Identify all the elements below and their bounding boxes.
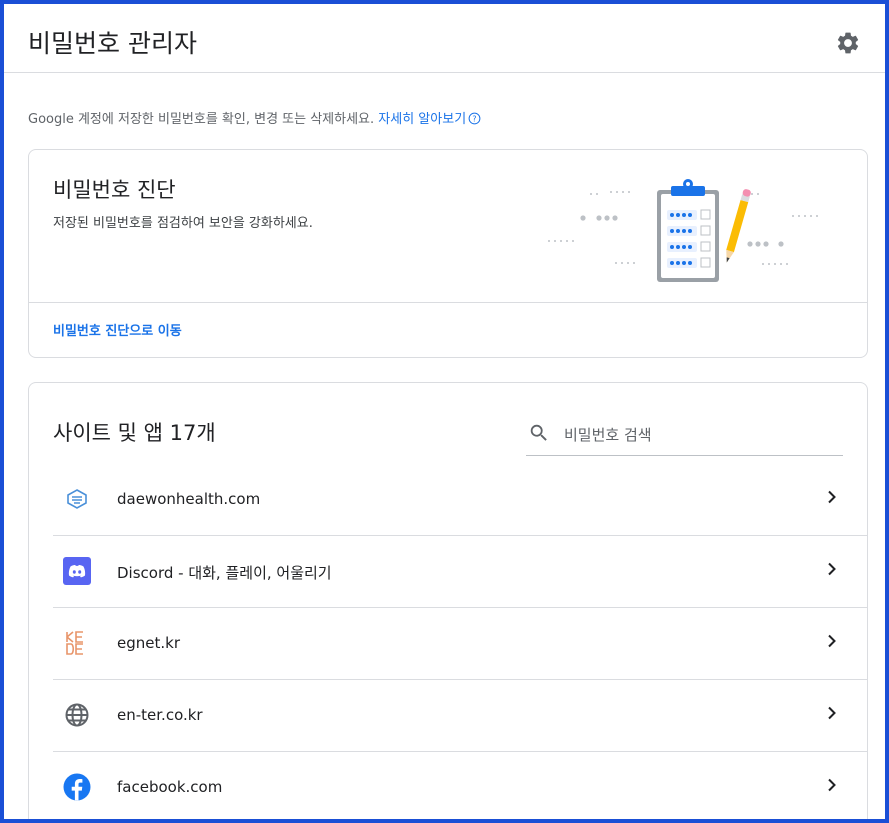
intro-text: Google 계정에 저장한 비밀번호를 확인, 변경 또는 삭제하세요. 자세… (28, 108, 481, 127)
learn-more-link[interactable]: 자세히 알아보기? (378, 112, 481, 127)
site-name: en-ter.co.kr (117, 706, 203, 724)
daewonhealth-favicon (67, 489, 87, 509)
list-item-daewonhealth[interactable]: daewonhealth.com (53, 464, 867, 536)
site-list: daewonhealth.com Discord - 대화, 플레이, 어울리기 (53, 464, 867, 819)
search-input[interactable] (562, 422, 836, 448)
list-item-egnet[interactable]: egnet.kr (53, 608, 867, 680)
svg-text:?: ? (473, 114, 477, 123)
checkup-divider (29, 302, 867, 303)
gear-icon (837, 32, 859, 54)
list-item-facebook[interactable]: facebook.com (53, 752, 867, 819)
intro-description: Google 계정에 저장한 비밀번호를 확인, 변경 또는 삭제하세요. (28, 112, 375, 127)
facebook-icon (63, 773, 91, 801)
settings-button[interactable] (835, 30, 861, 56)
list-item-en-ter[interactable]: en-ter.co.kr (53, 680, 867, 752)
search-icon (530, 424, 547, 441)
site-name: Discord - 대화, 플레이, 어울리기 (117, 564, 332, 582)
chevron-right-icon (828, 778, 836, 792)
learn-more-label: 자세히 알아보기 (378, 112, 467, 127)
checkup-illustration (548, 179, 818, 282)
site-name: facebook.com (117, 778, 223, 796)
site-name: daewonhealth.com (117, 490, 261, 508)
go-to-checkup-link[interactable]: 비밀번호 진단으로 이동 (53, 320, 182, 339)
password-checkup-card: 비밀번호 진단 저장된 비밀번호를 점검하여 보안을 강화하세요. 비밀번호 진… (28, 149, 868, 358)
search-box[interactable] (526, 417, 843, 456)
help-icon: ? (468, 112, 481, 125)
site-name: egnet.kr (117, 634, 180, 652)
discord-icon (63, 557, 91, 585)
chevron-right-icon (828, 490, 836, 504)
kede-logo (66, 631, 83, 655)
sites-count-title: 사이트 및 앱 17개 (53, 421, 216, 445)
chevron-right-icon (828, 634, 836, 648)
checkup-title: 비밀번호 진단 (53, 178, 176, 202)
checkup-description: 저장된 비밀번호를 점검하여 보안을 강화하세요. (53, 216, 313, 231)
header: 비밀번호 관리자 (4, 4, 885, 73)
chevron-right-icon (828, 706, 836, 720)
page-title: 비밀번호 관리자 (28, 29, 197, 58)
list-item-discord[interactable]: Discord - 대화, 플레이, 어울리기 (53, 536, 867, 608)
globe-icon (65, 703, 89, 727)
saved-sites-card: 사이트 및 앱 17개 daewonhealth.com (28, 382, 868, 819)
chevron-right-icon (828, 562, 836, 576)
password-manager-window: 비밀번호 관리자 Google 계정에 저장한 비밀번호를 확인, 변경 또는 … (0, 0, 889, 823)
